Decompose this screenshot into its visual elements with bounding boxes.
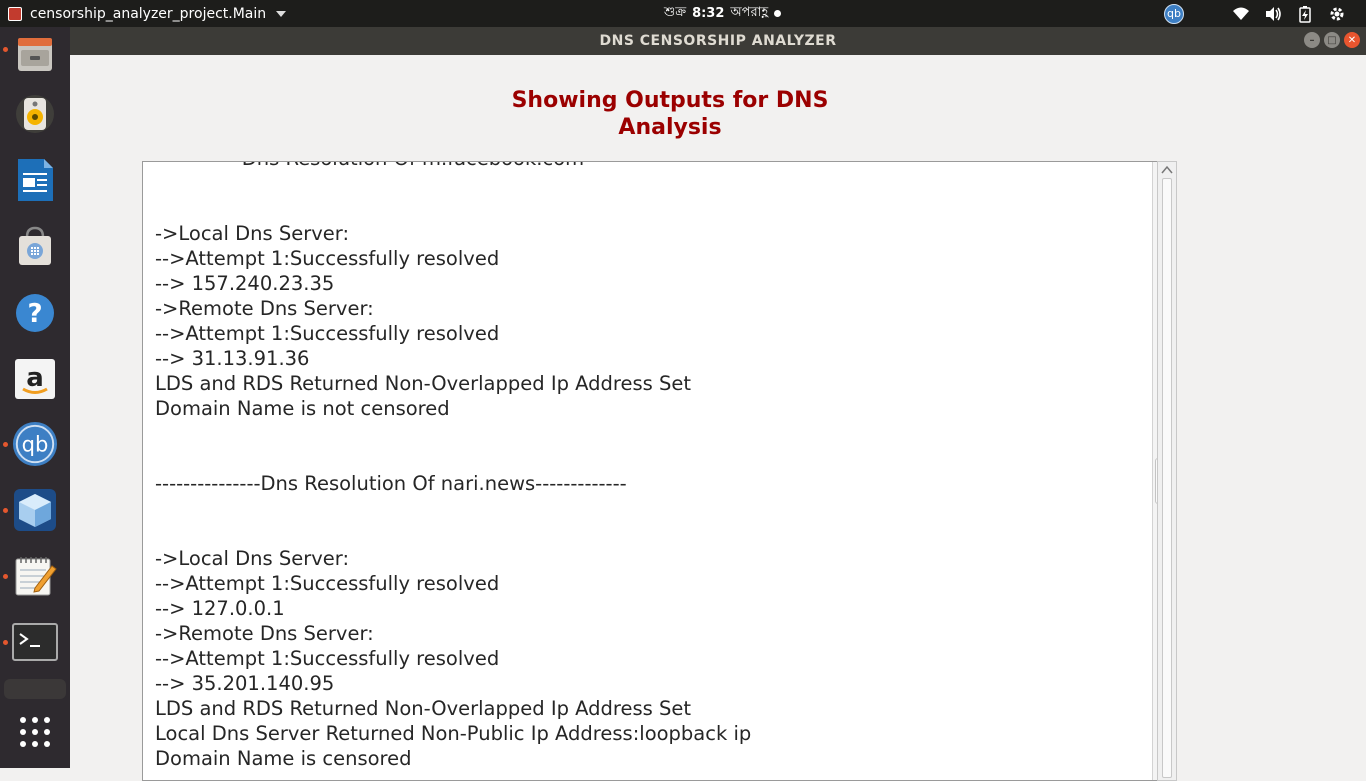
clock-period: অপরাহ্ণ bbox=[730, 5, 769, 20]
window-scrollbar[interactable] bbox=[1157, 161, 1177, 781]
output-line: Local Dns Server Returned Non-Public Ip … bbox=[155, 722, 752, 745]
running-indicator bbox=[3, 47, 8, 52]
gear-icon[interactable] bbox=[1328, 5, 1346, 23]
running-indicator bbox=[3, 508, 8, 513]
output-line: Domain Name is censored bbox=[155, 747, 412, 770]
speaker-icon bbox=[16, 95, 54, 133]
output-line: --> 35.201.140.95 bbox=[155, 672, 335, 695]
output-line: Domain Name is not censored bbox=[155, 397, 450, 420]
launcher-software-center[interactable] bbox=[12, 223, 58, 269]
launcher-qbittorrent[interactable]: qb bbox=[12, 421, 58, 467]
output-line: --> 31.13.91.36 bbox=[155, 347, 310, 370]
svg-text:qb: qb bbox=[22, 432, 49, 457]
clock-time: 8:32 bbox=[692, 6, 725, 21]
chevron-down-icon bbox=[276, 10, 287, 17]
close-button[interactable]: ✕ bbox=[1344, 32, 1360, 48]
output-line: -->Attempt 1:Successfully resolved bbox=[155, 647, 500, 670]
output-line: --> 157.240.23.35 bbox=[155, 272, 335, 295]
maximize-button[interactable]: □ bbox=[1324, 32, 1340, 48]
window-controls: – □ ✕ bbox=[1304, 32, 1360, 48]
svg-text:a: a bbox=[26, 363, 44, 393]
launcher-virtualbox[interactable] bbox=[12, 487, 58, 533]
window-scrollbar-track[interactable] bbox=[1162, 178, 1172, 778]
amazon-icon: a bbox=[15, 359, 55, 399]
output-line: -->Attempt 1:Successfully resolved bbox=[155, 322, 500, 345]
launcher-app-grid[interactable] bbox=[12, 709, 58, 755]
page-title: Showing Outputs for DNS Analysis bbox=[70, 87, 1270, 141]
output-line: -->Attempt 1:Successfully resolved bbox=[155, 247, 500, 270]
output-line: --> 127.0.0.1 bbox=[155, 597, 285, 620]
launcher-amazon[interactable]: a bbox=[12, 356, 58, 402]
app-menu[interactable]: censorship_analyzer_project.Main bbox=[8, 0, 287, 27]
window-titlebar[interactable]: DNS CENSORSHIP ANALYZER – □ ✕ bbox=[70, 27, 1366, 55]
output-line: LDS and RDS Returned Non-Overlapped Ip A… bbox=[155, 372, 692, 395]
output-line: ->Local Dns Server: bbox=[155, 547, 350, 570]
output-text: Dns Resolution Of m.facebook.com ->Local … bbox=[155, 162, 752, 771]
output-line: -->Attempt 1:Successfully resolved bbox=[155, 572, 500, 595]
running-indicator bbox=[3, 574, 8, 579]
document-icon bbox=[18, 159, 53, 201]
page-title-line2: Analysis bbox=[618, 115, 722, 140]
output-line: Dns Resolution Of m.facebook.com bbox=[155, 162, 751, 171]
output-line: ->Remote Dns Server: bbox=[155, 622, 374, 645]
system-tray: qb bbox=[1164, 0, 1346, 27]
launcher-text-editor[interactable] bbox=[12, 553, 58, 599]
launcher-rhythmbox[interactable] bbox=[12, 91, 58, 137]
launcher-files[interactable] bbox=[12, 31, 58, 77]
output-line: ->Local Dns Server: bbox=[155, 222, 350, 245]
clock[interactable]: শুক্র 8:32 অপরাহ্ণ bbox=[664, 0, 782, 27]
launcher-terminal[interactable] bbox=[12, 619, 58, 665]
output-line: ---------------Dns Resolution Of nari.ne… bbox=[155, 472, 627, 495]
launcher-separator bbox=[4, 679, 66, 699]
app-icon bbox=[8, 6, 22, 21]
shopping-bag-icon bbox=[19, 226, 51, 265]
output-line: LDS and RDS Returned Non-Overlapped Ip A… bbox=[155, 697, 692, 720]
qbittorrent-icon: qb bbox=[12, 421, 58, 467]
question-icon: ? bbox=[16, 294, 54, 332]
scroll-up-arrow-icon[interactable] bbox=[1161, 165, 1173, 175]
notepad-icon bbox=[15, 557, 57, 596]
minimize-button[interactable]: – bbox=[1304, 32, 1320, 48]
running-indicator bbox=[3, 640, 8, 645]
output-text-area[interactable]: Dns Resolution Of m.facebook.com ->Local … bbox=[142, 161, 1177, 781]
output-line: ->Remote Dns Server: bbox=[155, 297, 374, 320]
wifi-icon[interactable] bbox=[1232, 5, 1250, 23]
running-indicator bbox=[3, 442, 8, 447]
launcher: ? a qb bbox=[0, 27, 70, 768]
launcher-libreoffice-writer[interactable] bbox=[12, 157, 58, 203]
launcher-help[interactable]: ? bbox=[12, 290, 58, 336]
volume-icon[interactable] bbox=[1264, 5, 1282, 23]
terminal-icon bbox=[12, 623, 58, 661]
main-content: Showing Outputs for DNS Analysis Dns Res… bbox=[70, 55, 1366, 781]
grid-icon bbox=[20, 717, 50, 747]
top-panel: censorship_analyzer_project.Main শুক্র 8… bbox=[0, 0, 1366, 27]
battery-icon[interactable] bbox=[1296, 5, 1314, 23]
notification-dot-icon bbox=[774, 10, 782, 17]
clock-day: শুক্র bbox=[664, 5, 687, 20]
window-title: DNS CENSORSHIP ANALYZER bbox=[599, 33, 837, 49]
cube-icon bbox=[14, 489, 56, 531]
page-title-line1: Showing Outputs for DNS bbox=[511, 88, 829, 113]
svg-text:?: ? bbox=[27, 299, 42, 329]
app-name: censorship_analyzer_project.Main bbox=[30, 5, 267, 22]
qbittorrent-tray-icon[interactable]: qb bbox=[1164, 3, 1184, 24]
file-cabinet-icon bbox=[18, 38, 52, 71]
